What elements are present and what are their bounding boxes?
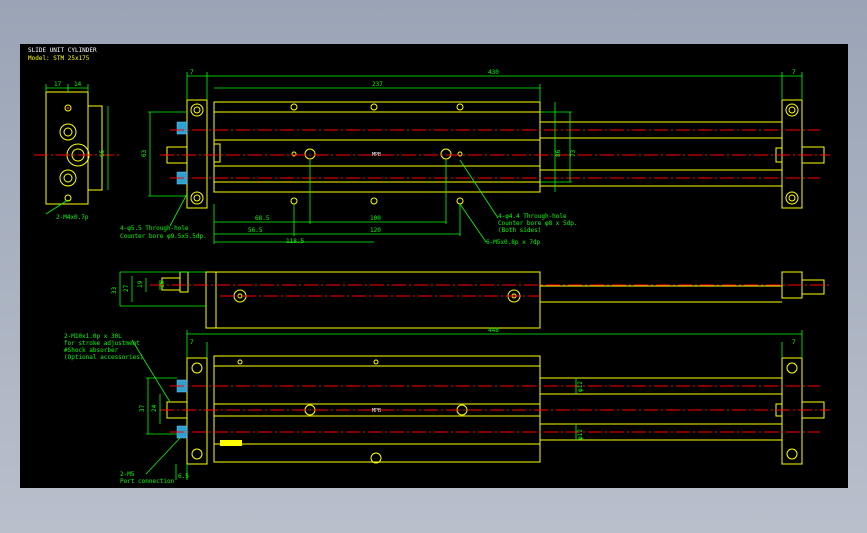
dim-118-5: 118.5	[286, 238, 304, 245]
front-right-stopper	[801, 279, 825, 295]
note-counterbore-1: 4-φ5.5 Through-hole	[120, 225, 189, 232]
dim-33: 33	[111, 286, 118, 294]
dim-17: 17	[54, 81, 62, 88]
side-rod-lower	[63, 173, 73, 183]
dim-37: 37	[139, 404, 146, 412]
dim-237: 237	[372, 81, 383, 88]
dim-7-right-bottom: 7	[792, 339, 796, 346]
cad-drawing: SLIDE UNIT CYLINDER Model: STM 25x175 17…	[28, 47, 830, 485]
dim-68-5: 68.5	[255, 215, 270, 222]
cad-drawing-canvas[interactable]: SLIDE UNIT CYLINDER Model: STM 25x175 17…	[20, 44, 848, 488]
side-view: 17 14 65 2-M4x0.7p	[34, 81, 120, 221]
top-left-bolt-upper	[190, 103, 204, 117]
dim-56-5: 56.5	[248, 227, 263, 234]
dim-16: 16	[159, 280, 166, 288]
top-counterbore	[304, 148, 316, 160]
top-right-bolt-lower-inner	[788, 194, 796, 202]
note-throughhole-1: 4-φ4.4 Through-hole	[498, 213, 567, 220]
dim-430: 430	[488, 69, 499, 76]
bottom-right-bolt-upper	[786, 362, 798, 374]
note-throughhole-3: (Both sides)	[498, 227, 541, 234]
drawing-title: SLIDE UNIT CYLINDER	[28, 47, 97, 54]
dim-100: 100	[370, 215, 381, 222]
top-hole	[456, 103, 464, 111]
note-counterbore-2: Counter bore φ9.5x5.5dp.	[120, 233, 207, 240]
dim-65: 65	[99, 149, 106, 157]
dim-7-left-bottom: 7	[190, 339, 194, 346]
bottom-left-bolt-upper	[191, 362, 203, 374]
side-rod-upper	[63, 127, 73, 137]
note-adjust-1: 2-M10x1.0p x 30L	[64, 333, 122, 340]
top-right-bolt-upper-inner	[788, 106, 796, 114]
top-body-tab	[213, 143, 221, 163]
top-hole	[456, 197, 464, 205]
dim-24: 24	[151, 404, 158, 412]
top-left-bolt-upper-inner	[193, 106, 201, 114]
dim-63: 63	[141, 149, 148, 157]
dim-phi12-upper: φ12	[577, 381, 584, 392]
bottom-left-end-plate	[186, 357, 208, 465]
dim-7-left: 7	[190, 69, 194, 76]
dim-27: 27	[123, 284, 130, 292]
bottom-hole	[373, 359, 379, 365]
bottom-left-bolt-lower	[191, 448, 203, 460]
front-slide-body	[205, 271, 541, 329]
bottom-right-bolt-lower	[786, 448, 798, 460]
note-m5-tap: 6-M5x0.8p x 7dp	[486, 239, 541, 246]
note-tap: 2-M4x0.7p	[56, 214, 89, 221]
leader-counterbore	[169, 193, 188, 227]
side-rod-bore-lower	[59, 169, 77, 187]
front-left-cap	[179, 271, 189, 293]
bottom-hole	[237, 359, 243, 365]
dim-6-5: 6.5	[178, 473, 189, 480]
leader-adjust	[131, 339, 171, 403]
top-counterbore	[440, 148, 452, 160]
bottom-label-plate	[220, 440, 242, 446]
side-view-rail	[87, 105, 103, 191]
bottom-view: MPB 448 7 7 37 24 φ12 φ12 6.5 2-M10x1.0p…	[64, 327, 830, 485]
dim-phi12-lower: φ12	[577, 429, 584, 440]
top-left-bolt-lower	[190, 191, 204, 205]
side-view-body	[45, 91, 89, 205]
leader-throughhole	[459, 159, 499, 219]
dim-448: 448	[488, 327, 499, 334]
note-adjust-2: for stroke adjustment	[64, 340, 140, 347]
dim-120: 120	[370, 227, 381, 234]
top-right-bolt-lower	[785, 191, 799, 205]
note-adjust-4: (Optional accessories)	[64, 354, 143, 361]
dim-7-right: 7	[792, 69, 796, 76]
front-body-end	[205, 271, 217, 329]
leader-port	[145, 437, 181, 475]
top-hole	[370, 197, 378, 205]
dim-86: 86	[555, 149, 562, 157]
front-view: 33 27 19 16	[111, 271, 830, 329]
side-rod-bore-upper	[59, 123, 77, 141]
top-left-bolt-lower-inner	[193, 194, 201, 202]
dim-19: 19	[137, 280, 144, 288]
top-hole	[370, 103, 378, 111]
side-hole-top-center	[67, 107, 69, 109]
dim-14: 14	[74, 81, 82, 88]
top-view: MPB 7 430 7 237 63 86 73 68.5 100 56.5 1…	[120, 69, 830, 246]
bottom-right-end-plate	[781, 357, 803, 465]
top-hole	[290, 103, 298, 111]
top-fitting-upper	[176, 121, 188, 135]
drawing-model: Model: STM 25x175	[28, 55, 90, 62]
window-frame: SLIDE UNIT CYLINDER Model: STM 25x175 17…	[0, 0, 867, 533]
bottom-center-label: MPB	[372, 408, 381, 414]
leader-tap	[45, 199, 69, 215]
note-port-2: Port connection	[120, 478, 175, 485]
note-port-1: 2-M5	[120, 471, 135, 478]
top-hole	[290, 197, 298, 205]
leader-m5	[459, 203, 487, 243]
dim-73: 73	[570, 149, 577, 157]
top-right-bolt-upper	[785, 103, 799, 117]
note-throughhole-2: Counter bore φ8 x 5dp.	[498, 220, 577, 227]
note-adjust-3: #Shock absorber	[64, 347, 119, 354]
